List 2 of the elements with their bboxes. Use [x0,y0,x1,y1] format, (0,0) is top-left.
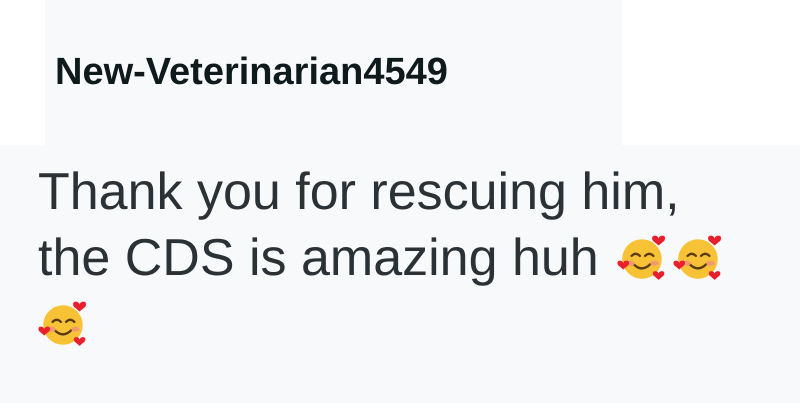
comment-text: the CDS is amazing huh [38,228,599,289]
comment-text: Thank you for rescuing him, [38,162,680,223]
